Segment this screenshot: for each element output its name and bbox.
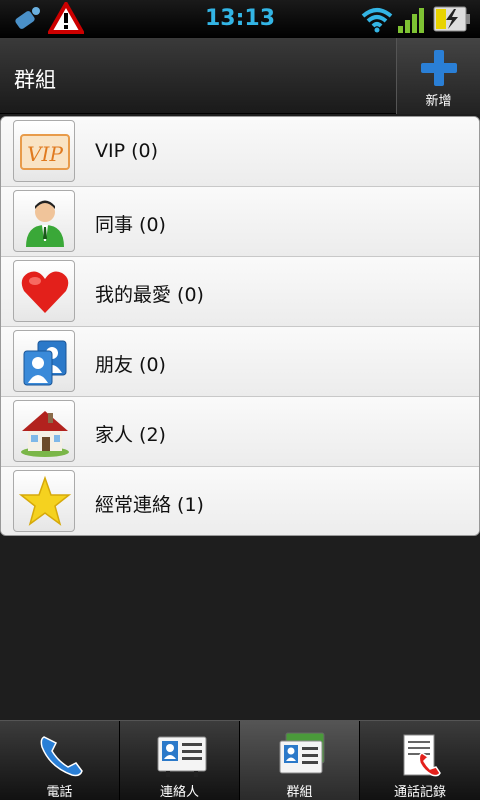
- bottom-nav: 電話 連絡人 群組 通話記錄: [0, 720, 480, 800]
- group-label: 同事 (0): [95, 214, 166, 236]
- tab-label: 連絡人: [159, 785, 199, 800]
- group-item-family[interactable]: 家人 (2): [1, 397, 479, 467]
- signal-icon: [398, 8, 424, 33]
- tab-label: 群組: [286, 785, 313, 800]
- group-label: 經常連絡 (1): [95, 494, 204, 516]
- tab-call-log[interactable]: 通話記錄: [360, 721, 480, 800]
- group-list: VIP VIP (0) 同事 (0) 我的最愛 (0) 朋友 (0) 家人 (2…: [0, 116, 480, 536]
- tab-phone[interactable]: 電話: [0, 721, 120, 800]
- page-title: 群組: [14, 68, 56, 92]
- friends-icon: [23, 340, 67, 386]
- tab-contacts[interactable]: 連絡人: [120, 721, 240, 800]
- svg-text:VIP: VIP: [27, 142, 63, 166]
- group-label: 家人 (2): [95, 424, 166, 446]
- group-label: 我的最愛 (0): [95, 284, 204, 306]
- title-bar: 群組 新增: [0, 38, 480, 114]
- groups-icon: [279, 732, 325, 774]
- coworker-icon: [26, 200, 64, 247]
- battery-charging-icon: [433, 6, 470, 32]
- group-item-frequent[interactable]: 經常連絡 (1): [1, 467, 479, 535]
- status-bar: 13:13: [0, 0, 480, 38]
- house-icon: [21, 411, 69, 457]
- group-label: VIP (0): [95, 140, 159, 162]
- vip-icon: VIP: [20, 134, 70, 170]
- tab-groups[interactable]: 群組: [240, 721, 360, 800]
- add-group-button[interactable]: 新增: [396, 38, 480, 114]
- plus-icon: [421, 50, 457, 86]
- heart-icon: [21, 271, 69, 313]
- group-label: 朋友 (0): [95, 354, 166, 376]
- group-item-favorites[interactable]: 我的最愛 (0): [1, 257, 479, 327]
- group-item-friends[interactable]: 朋友 (0): [1, 327, 479, 397]
- add-group-label: 新增: [425, 94, 452, 109]
- phone-icon: [40, 736, 83, 777]
- wifi-icon: [361, 8, 393, 33]
- star-icon: [18, 475, 72, 526]
- tab-label: 通話記錄: [393, 785, 446, 800]
- group-item-vip[interactable]: VIP VIP (0): [1, 117, 479, 187]
- contacts-icon: [157, 736, 207, 777]
- group-item-coworkers[interactable]: 同事 (0): [1, 187, 479, 257]
- call-log-icon: [403, 734, 441, 777]
- tab-label: 電話: [46, 785, 73, 800]
